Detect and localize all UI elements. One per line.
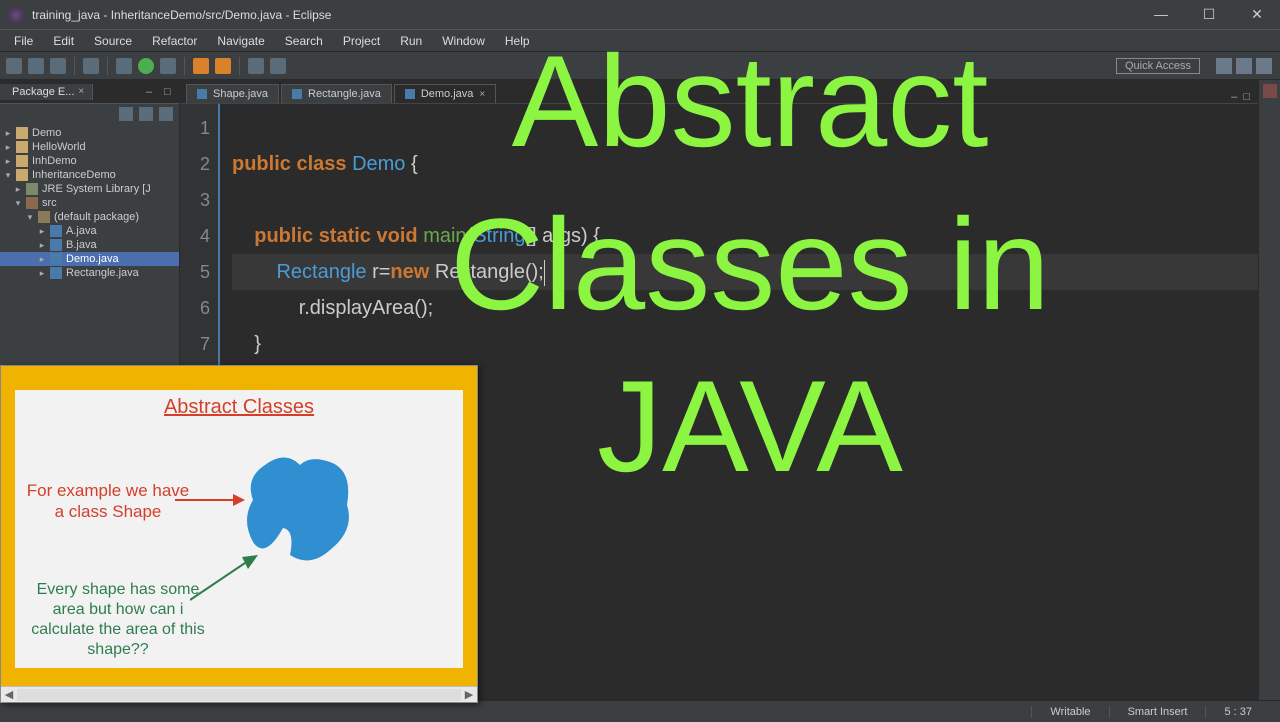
package-explorer-tab[interactable]: Package E... × <box>0 84 93 100</box>
java-file-icon <box>50 225 62 237</box>
package-icon <box>38 211 50 223</box>
window-title: training_java - InheritanceDemo/src/Demo… <box>32 8 1146 22</box>
project-icon <box>16 155 28 167</box>
save-icon[interactable] <box>28 58 44 74</box>
library-icon <box>26 183 38 195</box>
view-menu-icon[interactable] <box>159 107 173 121</box>
menu-window[interactable]: Window <box>432 32 495 50</box>
tree-item[interactable]: Demo.java <box>66 253 119 265</box>
title-bar: training_java - InheritanceDemo/src/Demo… <box>0 0 1280 30</box>
editor-tab-shape[interactable]: Shape.java <box>186 84 279 103</box>
right-gutter <box>1258 80 1280 700</box>
collapse-all-icon[interactable] <box>119 107 133 121</box>
tree-item[interactable]: JRE System Library [J <box>42 183 151 195</box>
search-icon[interactable] <box>270 58 286 74</box>
scroll-left-icon[interactable]: ◀ <box>1 688 17 701</box>
shape-blob-icon <box>235 450 365 570</box>
close-tab-icon[interactable]: × <box>479 89 485 100</box>
eclipse-icon <box>8 7 24 23</box>
status-cursor-pos: 5 : 37 <box>1205 706 1270 718</box>
close-view-icon[interactable]: × <box>78 86 84 97</box>
view-minimize-icon[interactable]: – <box>146 86 158 98</box>
debug-icon[interactable] <box>116 58 132 74</box>
new-icon[interactable] <box>6 58 22 74</box>
status-writable: Writable <box>1031 706 1108 718</box>
java-file-icon <box>292 89 302 99</box>
editor-maximize-icon[interactable]: □ <box>1243 91 1250 103</box>
tree-item[interactable]: src <box>42 197 57 209</box>
status-insert-mode: Smart Insert <box>1109 706 1206 718</box>
slide-text-red: For example we have a class Shape <box>23 480 193 523</box>
menu-source[interactable]: Source <box>84 32 142 50</box>
tree-item[interactable]: Demo <box>32 127 61 139</box>
tree-item[interactable]: InheritanceDemo <box>32 169 116 181</box>
java-file-icon <box>197 89 207 99</box>
editor-minimize-icon[interactable]: – <box>1231 91 1237 103</box>
new-package-icon[interactable] <box>193 58 209 74</box>
folder-icon <box>26 197 38 209</box>
package-explorer-label: Package E... <box>12 86 74 98</box>
slide-scrollbar[interactable]: ◀ ▶ <box>1 686 477 702</box>
menu-edit[interactable]: Edit <box>43 32 84 50</box>
outline-marker-icon[interactable] <box>1263 84 1277 98</box>
new-class-icon[interactable] <box>215 58 231 74</box>
java-file-icon <box>405 89 415 99</box>
editor-tab-rectangle[interactable]: Rectangle.java <box>281 84 392 103</box>
slide-overlay: Abstract Classes For example we have a c… <box>0 365 478 703</box>
run-icon[interactable] <box>138 58 154 74</box>
java-file-icon <box>50 267 62 279</box>
java-file-icon <box>50 253 62 265</box>
close-button[interactable]: ✕ <box>1242 6 1272 23</box>
project-icon <box>16 141 28 153</box>
editor-tab-demo[interactable]: Demo.java × <box>394 84 496 103</box>
tree-item[interactable]: InhDemo <box>32 155 77 167</box>
maximize-button[interactable]: ☐ <box>1194 6 1224 23</box>
build-icon[interactable] <box>83 58 99 74</box>
link-editor-icon[interactable] <box>139 107 153 121</box>
status-bar: Writable Smart Insert 5 : 37 <box>0 700 1280 722</box>
menu-navigate[interactable]: Navigate <box>207 32 274 50</box>
menu-search[interactable]: Search <box>275 32 333 50</box>
tree-item[interactable]: HelloWorld <box>32 141 86 153</box>
menu-file[interactable]: File <box>4 32 43 50</box>
coverage-icon[interactable] <box>160 58 176 74</box>
menu-bar: File Edit Source Refactor Navigate Searc… <box>0 30 1280 52</box>
slide-title: Abstract Classes <box>15 390 463 419</box>
tree-item[interactable]: B.java <box>66 239 97 251</box>
project-icon <box>16 169 28 181</box>
menu-run[interactable]: Run <box>390 32 432 50</box>
minimize-button[interactable]: — <box>1146 6 1176 23</box>
slide-text-green: Every shape has some area but how can i … <box>23 580 213 660</box>
project-icon <box>16 127 28 139</box>
tab-label: Demo.java <box>421 88 474 100</box>
text-cursor <box>544 260 545 286</box>
menu-refactor[interactable]: Refactor <box>142 32 207 50</box>
view-maximize-icon[interactable]: □ <box>164 86 176 98</box>
menu-project[interactable]: Project <box>333 32 390 50</box>
quick-access[interactable]: Quick Access <box>1116 58 1200 74</box>
open-type-icon[interactable] <box>248 58 264 74</box>
perspective-java-icon[interactable] <box>1216 58 1232 74</box>
menu-help[interactable]: Help <box>495 32 540 50</box>
perspective-debug-icon[interactable] <box>1236 58 1252 74</box>
tab-label: Rectangle.java <box>308 88 381 100</box>
tree-item[interactable]: (default package) <box>54 211 139 223</box>
save-all-icon[interactable] <box>50 58 66 74</box>
perspective-other-icon[interactable] <box>1256 58 1272 74</box>
main-toolbar: Quick Access <box>0 52 1280 80</box>
tab-label: Shape.java <box>213 88 268 100</box>
scroll-right-icon[interactable]: ▶ <box>461 688 477 701</box>
java-file-icon <box>50 239 62 251</box>
tree-item[interactable]: A.java <box>66 225 97 237</box>
tree-item[interactable]: Rectangle.java <box>66 267 139 279</box>
